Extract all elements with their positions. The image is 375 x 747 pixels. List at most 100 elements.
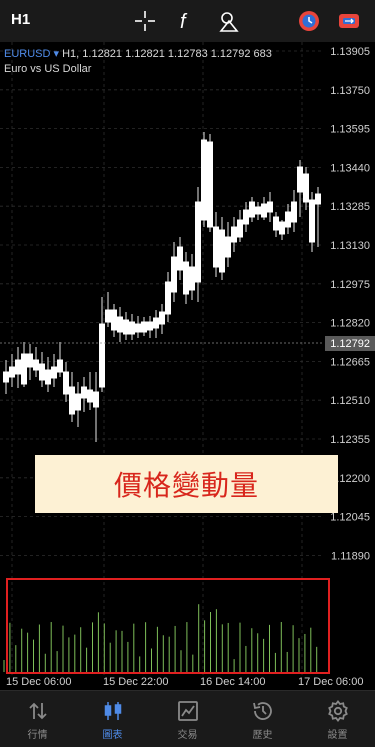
price-axis-label: 1.13440 xyxy=(330,162,370,174)
price-axis-label: 1.13595 xyxy=(330,124,370,136)
candle-body xyxy=(189,266,195,291)
candle-body xyxy=(87,389,93,403)
candle-body xyxy=(135,323,141,333)
candle-body xyxy=(51,366,57,379)
candle-body xyxy=(213,226,219,268)
candle-body xyxy=(309,199,315,243)
tab-quotes[interactable]: 行情 xyxy=(0,691,75,747)
timeframe-button[interactable]: H1 xyxy=(11,11,30,28)
candle-body xyxy=(93,391,99,408)
candle-body xyxy=(57,359,63,373)
price-axis-label: 1.13905 xyxy=(330,46,370,58)
chart-toolbar: H1 f xyxy=(0,0,375,42)
account-switch-icon[interactable] xyxy=(337,9,361,33)
candle-body xyxy=(201,139,207,221)
candle-body xyxy=(267,201,273,213)
bottom-tab-bar: 行情 圖表 交易 歷史 設置 xyxy=(0,690,375,747)
quotes-icon xyxy=(28,702,47,720)
price-axis-label: 1.12510 xyxy=(330,395,370,407)
candle-body xyxy=(15,359,21,375)
candle-body xyxy=(243,209,249,225)
volume-highlight-box xyxy=(6,578,330,674)
candle-body xyxy=(111,309,117,331)
candle-body xyxy=(33,359,39,371)
tab-label: 交易 xyxy=(177,730,198,741)
candle-body xyxy=(171,256,177,293)
price-axis-label: 1.12820 xyxy=(330,318,370,330)
candle-body xyxy=(225,236,231,258)
candle-body xyxy=(159,311,165,325)
candle-body xyxy=(81,386,87,399)
ohlc-info: H1, 1.12821 1.12821 1.12783 1.12792 683 xyxy=(62,48,272,60)
candle-body xyxy=(75,393,81,411)
tab-label: 行情 xyxy=(27,730,48,741)
candle-body xyxy=(3,371,9,383)
tab-label: 圖表 xyxy=(102,730,123,741)
symbol-info: EURUSD ▾ H1, 1.12821 1.12821 1.12783 1.1… xyxy=(4,47,272,60)
price-axis-label: 1.11890 xyxy=(331,550,370,562)
candle-body xyxy=(261,203,267,218)
volume-annotation-banner: 價格變動量 xyxy=(35,455,338,513)
chart-icon xyxy=(104,702,121,720)
history-icon xyxy=(252,702,272,720)
price-axis-label: 1.13285 xyxy=(330,201,370,213)
candle-body xyxy=(291,201,297,223)
candle-body xyxy=(219,229,225,273)
tab-history[interactable]: 歷史 xyxy=(225,691,300,747)
price-axis-label: 1.12975 xyxy=(330,279,370,291)
candle-body xyxy=(9,366,15,378)
function-icon[interactable]: f xyxy=(174,9,198,33)
candle-body xyxy=(45,369,51,385)
candle-body xyxy=(21,353,27,385)
symbol-name[interactable]: EURUSD xyxy=(4,48,50,60)
candle-body xyxy=(231,226,237,243)
objects-icon[interactable] xyxy=(217,9,241,33)
price-axis-label: 1.12355 xyxy=(330,434,370,446)
candle-body xyxy=(123,319,129,335)
candle-body xyxy=(285,211,291,228)
candle-body xyxy=(183,261,189,295)
candle-body xyxy=(165,281,171,315)
candle-body xyxy=(153,317,159,329)
price-axis-label: 1.12665 xyxy=(330,356,370,368)
time-axis-label: 17 Dec 06:00 xyxy=(298,676,363,688)
candle-body xyxy=(105,309,111,323)
candle-body xyxy=(255,206,261,215)
candle-body xyxy=(207,141,213,228)
candle-body xyxy=(237,219,243,238)
tab-label: 歷史 xyxy=(252,730,273,741)
candle-body xyxy=(279,221,285,235)
candle-body xyxy=(303,173,309,203)
time-axis-label: 15 Dec 22:00 xyxy=(103,676,168,688)
candle-body xyxy=(141,321,147,333)
tab-settings[interactable]: 設置 xyxy=(300,691,375,747)
candle-body xyxy=(297,166,303,193)
svg-text:f: f xyxy=(180,11,188,33)
time-axis-label: 16 Dec 14:00 xyxy=(200,676,265,688)
symbol-dropdown-icon[interactable]: ▾ xyxy=(54,48,60,60)
candle-body xyxy=(273,216,279,231)
price-axis-label: 1.13750 xyxy=(330,85,370,97)
trade-icon xyxy=(177,701,198,721)
trade-clock-icon[interactable] xyxy=(297,9,321,33)
tab-chart[interactable]: 圖表 xyxy=(75,691,150,747)
candle-body xyxy=(249,201,255,218)
settings-icon xyxy=(327,700,348,722)
candle-body xyxy=(117,316,123,333)
candle-body xyxy=(27,353,33,368)
symbol-description: Euro vs US Dollar xyxy=(4,63,92,75)
candle-body xyxy=(39,363,45,381)
candle-body xyxy=(177,246,183,271)
crosshair-icon[interactable] xyxy=(133,9,157,33)
candle-body xyxy=(69,386,75,415)
tab-trade[interactable]: 交易 xyxy=(150,691,225,747)
candle-body xyxy=(315,193,321,205)
candle-body xyxy=(129,321,135,335)
candle-body xyxy=(195,201,201,283)
current-price-label: 1.12792 xyxy=(330,338,370,350)
time-axis-label: 15 Dec 06:00 xyxy=(6,676,71,688)
candle-body xyxy=(63,371,69,395)
candle-body xyxy=(99,323,105,388)
price-axis-label: 1.13130 xyxy=(330,240,370,252)
tab-label: 設置 xyxy=(327,730,348,741)
